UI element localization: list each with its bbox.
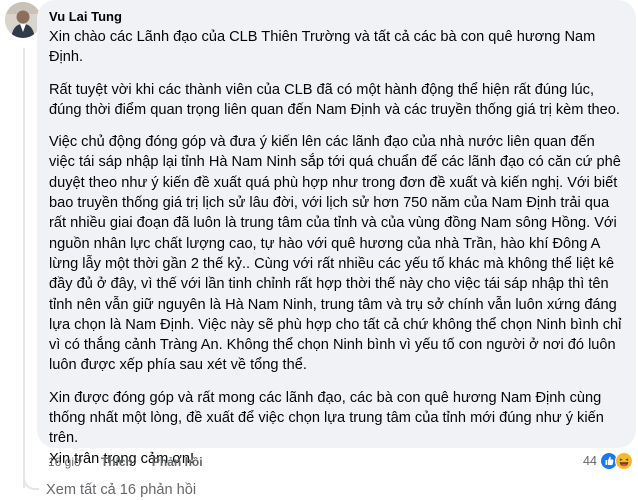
comment-author[interactable]: Vu Lai Tung xyxy=(49,8,624,26)
reaction-count: 44 xyxy=(583,454,597,468)
view-more-replies-link[interactable]: Xem tất cả 16 phản hồi xyxy=(46,480,196,500)
reply-button[interactable]: Phản hồi xyxy=(152,454,203,470)
comment-actions: 16 giờ Thích Phản hồi xyxy=(48,454,222,470)
comment-time[interactable]: 16 giờ xyxy=(48,454,82,470)
reaction-summary[interactable]: 44 xyxy=(583,451,633,471)
haha-icon xyxy=(614,452,633,470)
thread-line xyxy=(23,48,25,488)
comment-paragraph: Rất tuyệt vời khi các thành viên của CLB… xyxy=(49,81,620,118)
avatar-image xyxy=(5,2,41,38)
comment-paragraph: Việc chủ động đóng góp và đưa ý kiến lên… xyxy=(49,134,622,374)
comment-bubble: Vu Lai Tung Xin chào các Lãnh đạo của CL… xyxy=(37,0,636,467)
thread-connector xyxy=(23,470,39,490)
comment-paragraph: Xin chào các Lãnh đạo của CLB Thiên Trườ… xyxy=(49,29,596,66)
comment-paragraph: Xin được đóng góp và rất mong các lãnh đ… xyxy=(49,389,604,447)
avatar[interactable] xyxy=(5,2,41,38)
like-button[interactable]: Thích xyxy=(101,454,133,470)
